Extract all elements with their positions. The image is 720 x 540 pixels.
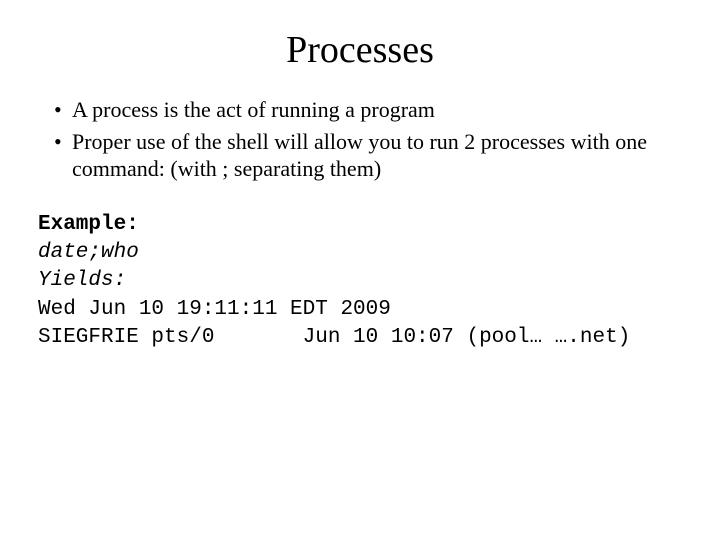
bullet-list: A process is the act of running a progra…: [36, 96, 684, 183]
bullet-item: Proper use of the shell will allow you t…: [54, 128, 684, 183]
output-line: SIEGFRIE pts/0 Jun 10 10:07 (pool… ….net…: [38, 326, 630, 349]
example-block: Example: date;who Yields: Wed Jun 10 19:…: [38, 211, 684, 353]
yields-label: Yields:: [38, 269, 126, 292]
example-command: date;who: [38, 241, 139, 264]
bullet-item: A process is the act of running a progra…: [54, 96, 684, 124]
slide: Processes A process is the act of runnin…: [0, 0, 720, 540]
example-label: Example:: [38, 213, 139, 236]
slide-title: Processes: [36, 28, 684, 72]
output-line: Wed Jun 10 19:11:11 EDT 2009: [38, 298, 391, 321]
